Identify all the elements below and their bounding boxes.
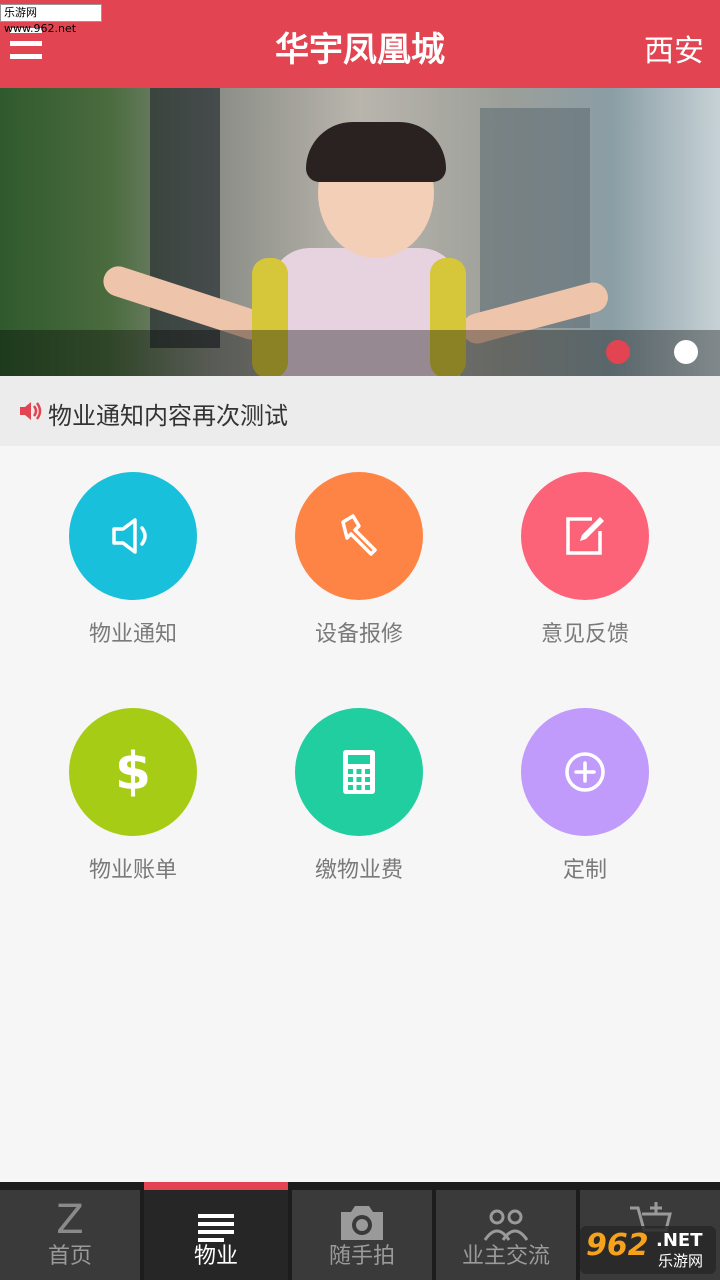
notice-bar[interactable]: 物业通知内容再次测试	[0, 376, 720, 446]
tab-label: 物业	[193, 1244, 238, 1269]
page-title: 华宇凤凰城	[275, 30, 445, 70]
tab-community[interactable]: 业主交流	[436, 1190, 576, 1280]
watermark-top: 乐游网 www.962.net	[0, 4, 102, 35]
watermark-logo: 962 .NET 乐游网	[580, 1226, 716, 1274]
people-icon	[483, 1209, 529, 1241]
carousel-dot-active[interactable]	[606, 340, 630, 364]
grid-item-notice[interactable]: 物业通知	[20, 472, 246, 648]
grid-item-label: 物业账单	[88, 858, 177, 883]
grid-item-label: 定制	[562, 858, 607, 883]
home-z-icon: Z	[56, 1197, 84, 1243]
speaker-icon	[112, 518, 147, 554]
app-header: 华宇凤凰城 西安	[0, 0, 720, 88]
plus-circle-icon	[565, 752, 605, 792]
notice-text: 物业通知内容再次测试	[48, 402, 288, 430]
grid-item-repair[interactable]: 设备报修	[246, 472, 472, 648]
tab-label: 业主交流	[461, 1244, 550, 1269]
banner-carousel[interactable]	[0, 88, 720, 376]
tab-label: 首页	[47, 1244, 92, 1269]
grid-item-label: 设备报修	[314, 622, 403, 647]
calculator-icon	[343, 750, 375, 794]
grid-item-bill[interactable]: $ 物业账单	[20, 708, 246, 884]
list-icon	[198, 1214, 234, 1242]
grid-item-feedback[interactable]: 意见反馈	[472, 472, 698, 648]
tab-property[interactable]: 物业	[144, 1190, 288, 1280]
grid-item-label: 缴物业费	[314, 858, 403, 883]
grid-item-pay[interactable]: 缴物业费	[246, 708, 472, 884]
dollar-icon: $	[114, 742, 152, 802]
carousel-dot[interactable]	[674, 340, 698, 364]
city-selector[interactable]: 西安	[644, 26, 704, 70]
speaker-icon	[20, 402, 42, 420]
tab-home[interactable]: Z 首页	[0, 1190, 140, 1280]
wrench-icon	[341, 514, 377, 556]
tab-active-indicator	[144, 1182, 288, 1190]
grid-item-label: 物业通知	[88, 622, 177, 647]
tab-snapshot[interactable]: 随手拍	[292, 1190, 432, 1280]
tab-label: 随手拍	[328, 1244, 395, 1269]
edit-icon	[566, 517, 604, 555]
grid-item-custom[interactable]: 定制	[472, 708, 698, 884]
grid-item-label: 意见反馈	[540, 622, 629, 647]
camera-icon	[341, 1206, 383, 1240]
